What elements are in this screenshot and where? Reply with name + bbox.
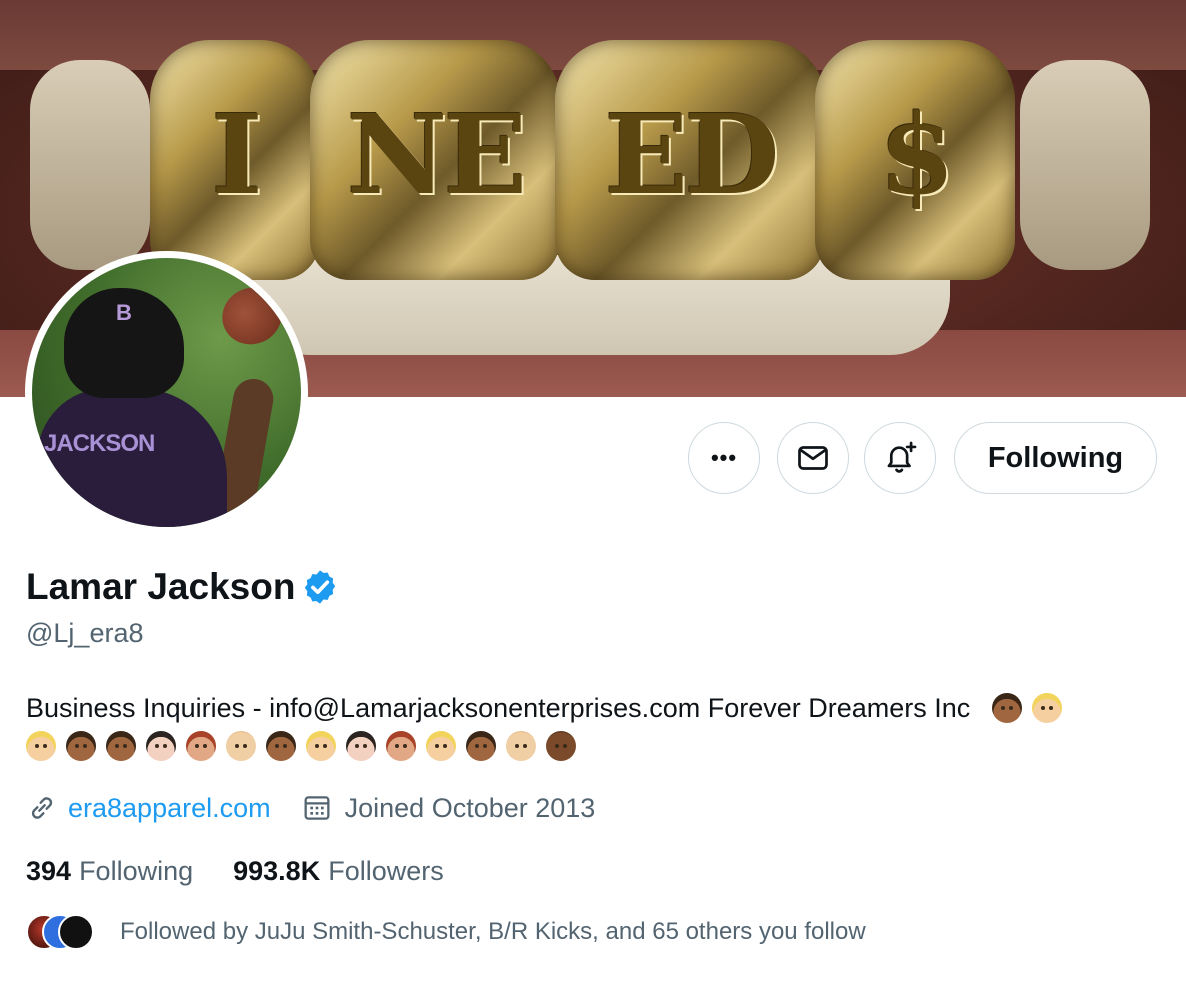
profile-stats: 394 Following 993.8K Followers bbox=[26, 856, 444, 887]
following-count: 394 bbox=[26, 856, 72, 886]
boy-emoji bbox=[66, 731, 96, 761]
calendar-icon bbox=[304, 796, 330, 820]
link-icon bbox=[31, 797, 53, 819]
followers-count: 993.8K bbox=[233, 856, 321, 886]
girl-emoji bbox=[186, 731, 216, 761]
boy-emoji bbox=[266, 731, 296, 761]
girl-emoji bbox=[146, 731, 176, 761]
following-stat[interactable]: 394 Following bbox=[26, 856, 193, 887]
girl-emoji bbox=[346, 731, 376, 761]
avatar-photo: JACKSON B bbox=[32, 258, 301, 527]
follower-avatar bbox=[58, 914, 94, 950]
following-stat-label: Following bbox=[79, 856, 194, 886]
jersey-name: JACKSON bbox=[44, 430, 155, 457]
mail-icon bbox=[798, 446, 828, 470]
banner-grill-tooth: ED bbox=[555, 40, 825, 280]
bell-plus-icon bbox=[887, 441, 917, 473]
baby-emoji bbox=[226, 731, 256, 761]
boy-emoji bbox=[466, 731, 496, 761]
blond-child-emoji bbox=[306, 731, 336, 761]
followers-stat[interactable]: 993.8K Followers bbox=[233, 856, 444, 887]
grill-engraving: I bbox=[211, 90, 262, 219]
followed-by-text: Followed by JuJu Smith-Schuster, B/R Kic… bbox=[120, 918, 866, 945]
boy-emoji bbox=[106, 731, 136, 761]
website-link[interactable]: era8apparel.com bbox=[68, 793, 271, 824]
profile-avatar[interactable]: JACKSON B bbox=[25, 251, 308, 534]
followers-stat-label: Followers bbox=[328, 856, 444, 886]
notifications-button[interactable] bbox=[864, 422, 936, 494]
display-name: Lamar Jackson bbox=[26, 566, 296, 607]
banner-grill-tooth: I bbox=[150, 40, 320, 280]
blond-child-emoji bbox=[26, 731, 56, 761]
boy-emoji bbox=[991, 693, 1022, 723]
bio-text: Business Inquiries - info@Lamarjacksonen… bbox=[26, 693, 971, 723]
more-button[interactable]: ••• bbox=[688, 422, 760, 494]
verified-badge-icon[interactable] bbox=[301, 568, 339, 606]
following-button[interactable]: Following bbox=[954, 422, 1157, 494]
girl-emoji bbox=[386, 731, 416, 761]
profile-name-row: Lamar Jackson bbox=[26, 566, 339, 608]
message-button[interactable] bbox=[777, 422, 849, 494]
baby-emoji bbox=[546, 731, 576, 761]
grill-engraving: ED bbox=[604, 90, 779, 219]
grill-engraving: $ bbox=[878, 90, 956, 219]
banner-side-tooth bbox=[30, 60, 150, 270]
banner-grill-tooth: NE bbox=[310, 40, 560, 280]
banner-grill-tooth: $ bbox=[815, 40, 1015, 280]
baby-emoji bbox=[506, 731, 536, 761]
profile-bio: Business Inquiries - info@Lamarjacksonen… bbox=[26, 689, 1166, 765]
banner-side-tooth bbox=[1020, 60, 1150, 270]
profile-meta: era8apparel.com Joined October 2013 bbox=[26, 792, 595, 824]
player-helmet: B bbox=[64, 288, 184, 398]
grill-engraving: NE bbox=[346, 90, 527, 219]
helmet-logo: B bbox=[116, 300, 132, 325]
profile-handle: @Lj_era8 bbox=[26, 618, 144, 648]
followed-by[interactable]: Followed by JuJu Smith-Schuster, B/R Kic… bbox=[26, 914, 866, 950]
blond-child-emoji bbox=[1031, 693, 1062, 723]
blond-child-emoji bbox=[426, 731, 456, 761]
joined-date: Joined October 2013 bbox=[344, 792, 596, 823]
more-icon: ••• bbox=[710, 445, 738, 470]
